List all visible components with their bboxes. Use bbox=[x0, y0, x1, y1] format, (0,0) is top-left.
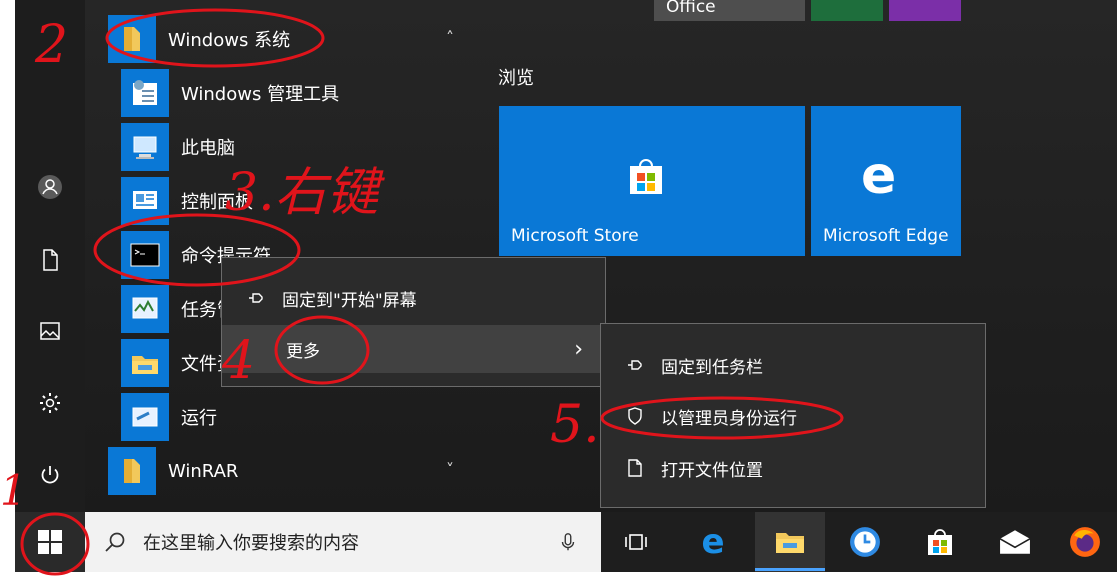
user-avatar-icon bbox=[38, 175, 62, 199]
chevron-right-icon: › bbox=[574, 336, 583, 362]
app-item-label: 此电脑 bbox=[181, 138, 235, 159]
documents-button[interactable] bbox=[15, 233, 85, 287]
folder-icon bbox=[776, 533, 804, 553]
pin-icon bbox=[249, 293, 263, 303]
gear-icon bbox=[40, 393, 60, 413]
clock-icon bbox=[850, 527, 880, 557]
taskbar-edge[interactable]: e bbox=[678, 512, 748, 572]
chevron-down-icon[interactable]: ˅ bbox=[446, 460, 454, 479]
store-bag-icon bbox=[630, 159, 662, 194]
tile-microsoft-store[interactable]: Microsoft Store bbox=[499, 106, 805, 256]
app-folder-label: Windows 系统 bbox=[168, 30, 291, 51]
pin-icon bbox=[628, 360, 642, 370]
app-item-label: 运行 bbox=[181, 408, 217, 429]
task-view-icon bbox=[625, 534, 647, 550]
app-item-control-panel[interactable]: 控制面板 bbox=[121, 174, 253, 228]
store-bag-icon bbox=[928, 529, 952, 555]
task-manager-icon bbox=[121, 285, 169, 333]
picture-icon bbox=[40, 322, 60, 340]
admin-tools-icon bbox=[121, 69, 169, 117]
menu-item-label: 更多 bbox=[286, 341, 320, 362]
shield-icon bbox=[628, 407, 642, 425]
taskbar-search-box[interactable]: 在这里输入你要搜索的内容 bbox=[85, 512, 601, 572]
tile-onenote-partial[interactable] bbox=[889, 0, 961, 21]
document-icon bbox=[628, 459, 642, 477]
menu-item-label: 打开文件位置 bbox=[661, 460, 763, 481]
mail-icon bbox=[999, 530, 1031, 554]
tile-microsoft-edge[interactable]: e Microsoft Edge bbox=[811, 106, 961, 256]
user-account-button[interactable] bbox=[15, 160, 85, 214]
menu-item-label: 固定到"开始"屏幕 bbox=[282, 290, 417, 311]
app-item-this-pc[interactable]: 此电脑 bbox=[121, 120, 235, 174]
cmd-icon bbox=[121, 231, 169, 279]
firefox-icon bbox=[1070, 527, 1100, 557]
computer-icon bbox=[121, 123, 169, 171]
edge-logo-icon: e bbox=[701, 522, 725, 562]
folder-icon bbox=[121, 339, 169, 387]
start-button[interactable] bbox=[15, 512, 85, 572]
search-placeholder: 在这里输入你要搜索的内容 bbox=[143, 533, 359, 554]
control-panel-icon bbox=[121, 177, 169, 225]
windows-logo-icon bbox=[38, 530, 62, 554]
app-folder-label: WinRAR bbox=[168, 460, 239, 482]
task-view-button[interactable] bbox=[601, 512, 671, 572]
menu-item-pin-taskbar[interactable]: 固定到任务栏 bbox=[601, 341, 985, 389]
tile-office[interactable]: Office bbox=[654, 0, 805, 21]
menu-item-label: 以管理员身份运行 bbox=[661, 408, 797, 429]
app-item-label: 控制面板 bbox=[181, 192, 253, 213]
tile-store-label: Microsoft Store bbox=[511, 226, 639, 246]
menu-item-run-as-admin[interactable]: 以管理员身份运行 bbox=[601, 392, 985, 440]
menu-item-pin-start[interactable]: 固定到"开始"屏幕 bbox=[222, 274, 605, 322]
taskbar-mail[interactable] bbox=[980, 512, 1050, 572]
menu-item-more[interactable]: 更多 › bbox=[222, 325, 605, 373]
taskbar-firefox[interactable] bbox=[1050, 512, 1117, 572]
folder-icon bbox=[108, 15, 156, 63]
pictures-button[interactable] bbox=[15, 304, 85, 358]
tile-office-label: Office bbox=[666, 0, 716, 17]
power-icon bbox=[41, 466, 59, 484]
taskbar-clock-app[interactable] bbox=[830, 512, 900, 572]
chevron-up-icon[interactable]: ˄ bbox=[446, 28, 454, 47]
power-button[interactable] bbox=[15, 448, 85, 502]
app-item-admin-tools[interactable]: Windows 管理工具 bbox=[121, 66, 339, 120]
context-menu: 固定到"开始"屏幕 更多 › bbox=[221, 257, 606, 387]
search-icon bbox=[105, 532, 125, 552]
submenu: 固定到任务栏 以管理员身份运行 打开文件位置 bbox=[600, 323, 986, 508]
folder-icon bbox=[108, 447, 156, 495]
app-folder-windows-system[interactable]: Windows 系统 bbox=[108, 12, 290, 66]
run-icon bbox=[121, 393, 169, 441]
tile-edge-label: Microsoft Edge bbox=[823, 226, 949, 246]
edge-logo-icon: e bbox=[861, 146, 897, 206]
app-item-run[interactable]: 运行 bbox=[121, 390, 217, 444]
active-indicator bbox=[755, 568, 825, 571]
settings-button[interactable] bbox=[15, 376, 85, 430]
taskbar-store[interactable] bbox=[905, 512, 975, 572]
tile-excel-partial[interactable] bbox=[811, 0, 883, 21]
app-folder-winrar[interactable]: WinRAR bbox=[108, 444, 238, 498]
menu-item-label: 固定到任务栏 bbox=[661, 357, 763, 378]
app-item-label: Windows 管理工具 bbox=[181, 84, 340, 105]
document-icon bbox=[43, 249, 58, 271]
menu-item-open-location[interactable]: 打开文件位置 bbox=[601, 444, 985, 492]
microphone-icon[interactable] bbox=[557, 531, 579, 553]
taskbar-file-explorer[interactable] bbox=[755, 512, 825, 572]
tile-group-title: 浏览 bbox=[498, 68, 534, 89]
